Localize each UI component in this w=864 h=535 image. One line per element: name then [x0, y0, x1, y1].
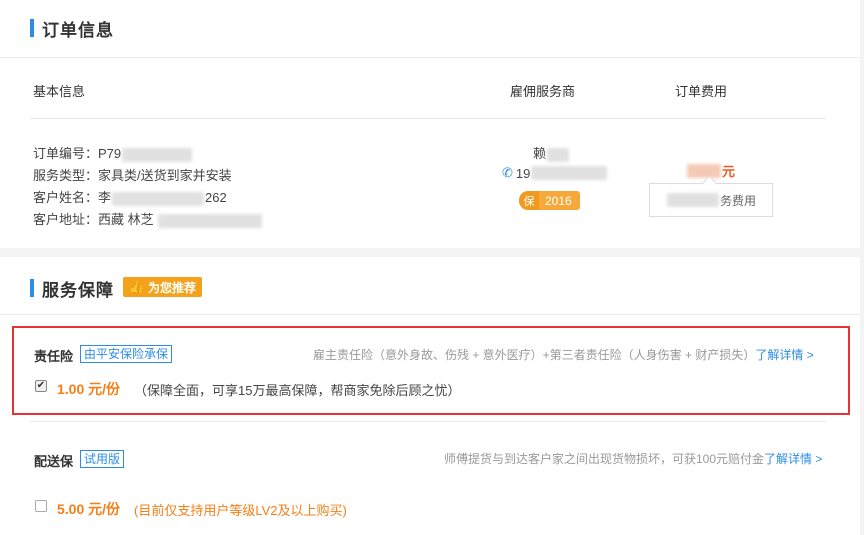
service-type-row: 服务类型：家具类/送货到家并安装 [33, 165, 232, 184]
delivery-description: 师傅提货与到达客户家之间出现货物损坏，可获100元赔付金了解详情 > [444, 450, 822, 467]
service-type-label: 服务类型： [33, 168, 99, 183]
service-guarantee-heading: 服务保障 [30, 278, 114, 300]
liability-insurer-tag: 由平安保险承保 [80, 345, 173, 363]
phone-icon: ✆ [502, 165, 513, 180]
customer-address-value: 西藏 林芝 [98, 212, 154, 227]
delivery-trial-tag: 试用版 [80, 450, 125, 468]
delivery-checkbox[interactable] [35, 500, 47, 512]
delivery-price: 5.00 元/份 [57, 501, 121, 517]
heading-accent-bar [30, 19, 34, 37]
col-provider: 雇佣服务商 [510, 84, 576, 99]
liability-insurance-highlight [12, 326, 850, 415]
title-divider [0, 57, 860, 58]
thumbs-up-icon: 👍 [129, 280, 144, 294]
delivery-note: (目前仅支持用户等级LV2及以上购买) [134, 503, 347, 518]
columns-divider [30, 118, 826, 119]
redacted-order-number [122, 147, 193, 162]
service-type-value: 家具类/送货到家并安装 [98, 168, 232, 183]
liability-detail-link[interactable]: 了解详情 > [755, 348, 813, 362]
fee-popup-suffix: 务费用 [719, 193, 756, 208]
customer-address-label: 客户地址： [33, 212, 99, 227]
redacted-fee-detail [666, 193, 719, 207]
customer-name-label: 客户姓名： [33, 190, 99, 205]
order-info-panel: 订单信息 基本信息 雇佣服务商 订单费用 订单编号：P79 服务类型：家具类/送… [0, 0, 860, 248]
provider-name: 赖 [533, 143, 570, 162]
col-order-fee: 订单费用 [675, 84, 728, 99]
delivery-detail-link[interactable]: 了解详情 > [764, 452, 822, 466]
service-guarantee-title: 服务保障 [42, 280, 114, 300]
delivery-description-text: 师傅提货与到达客户家之间出现货物损坏，可获100元赔付金 [444, 452, 765, 466]
customer-address-row: 客户地址：西藏 林芝 [33, 209, 263, 228]
order-number-label: 订单编号： [33, 146, 99, 161]
insurance-divider [30, 421, 826, 422]
liability-checkbox[interactable]: ✔ [35, 380, 47, 392]
order-info-heading: 订单信息 [30, 18, 114, 40]
order-info-title: 订单信息 [42, 20, 114, 40]
order-number-value: P79 [98, 146, 122, 161]
guarantee-badge: 保 2016 [519, 191, 580, 210]
service-title-divider [0, 314, 860, 315]
heading-accent-bar [30, 279, 34, 297]
liability-description: 雇主责任险（意外身故、伤残 + 意外医疗）+第三者责任险（人身伤害 + 财产损失… [313, 346, 814, 363]
customer-name-suffix: 262 [205, 190, 227, 205]
recommend-badge: 👍 为您推荐 [123, 277, 202, 297]
redacted-customer-name [112, 191, 205, 206]
liability-price: 1.00 元/份 [57, 381, 121, 397]
redacted-provider-phone [531, 166, 608, 180]
customer-name-row: 客户姓名：李 262 [33, 187, 227, 206]
price-suffix: 元 [722, 164, 736, 179]
redacted-price [687, 163, 721, 178]
recommend-label: 为您推荐 [147, 280, 196, 295]
col-basic-info: 基本信息 [33, 84, 86, 99]
shield-icon: 保 [519, 191, 539, 210]
provider-phone-prefix: 19 [515, 165, 531, 181]
redacted-provider-name [547, 147, 570, 162]
liability-note: （保障全面，可享15万最高保障，帮商家免除后顾之忧） [134, 383, 461, 398]
provider-phone: ✆ 19 [502, 165, 608, 181]
redacted-customer-address [157, 213, 262, 228]
provider-name-prefix: 赖 [533, 146, 547, 161]
liability-description-text: 雇主责任险（意外身故、伤残 + 意外医疗）+第三者责任险（人身伤害 + 财产损失… [313, 348, 756, 362]
guarantee-year: 2016 [539, 191, 580, 210]
order-number-row: 订单编号：P79 [33, 143, 193, 162]
page-right-edge [860, 0, 864, 535]
fee-breakdown-popup: 务费用 [649, 183, 773, 217]
customer-name-prefix: 李 [98, 190, 112, 205]
delivery-insurance-name: 配送保 [34, 454, 74, 469]
liability-insurance-name: 责任险 [34, 349, 74, 364]
